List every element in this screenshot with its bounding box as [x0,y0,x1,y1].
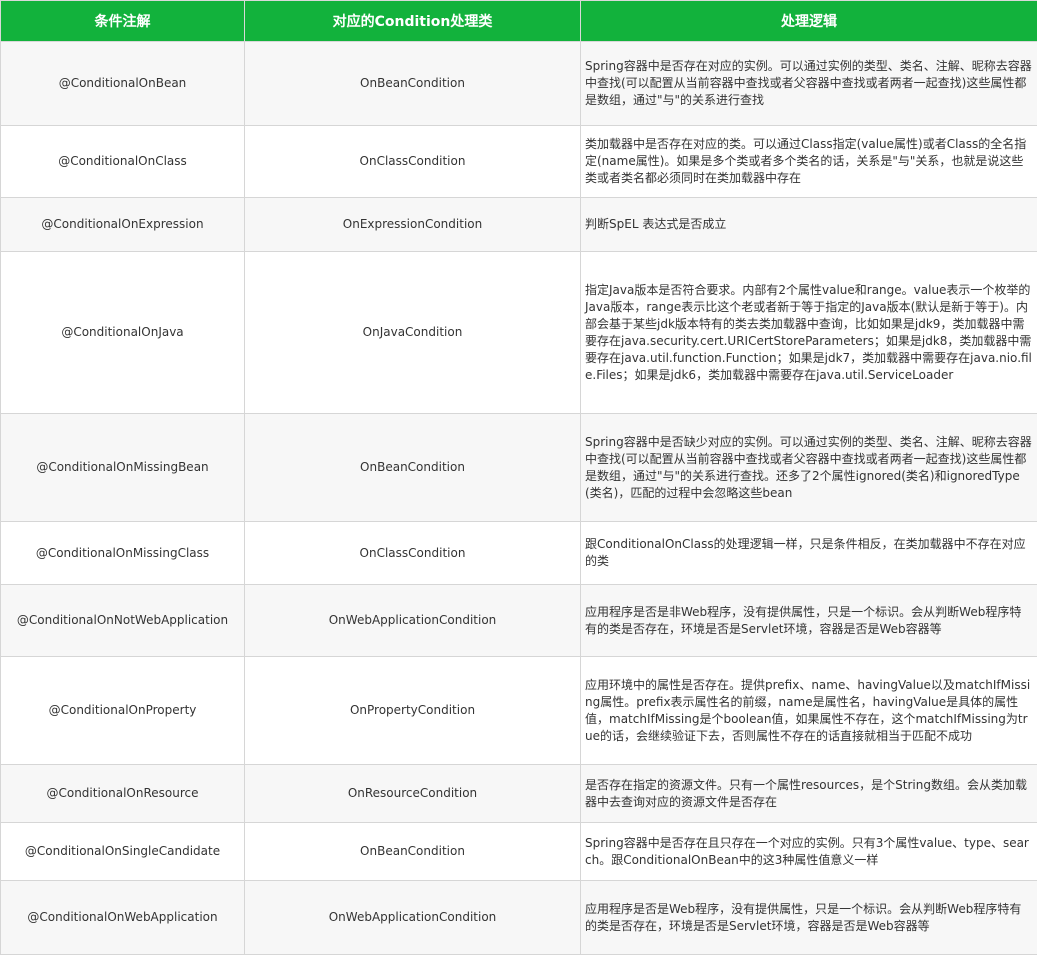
condition-class-cell: OnClassCondition [244,521,581,585]
conditional-annotations-table: 条件注解 对应的Condition处理类 处理逻辑 @ConditionalOn… [0,0,1037,955]
condition-class-cell: OnPropertyCondition [244,656,581,765]
condition-class-cell: OnResourceCondition [244,764,581,823]
table-row: @ConditionalOnClass OnClassCondition 类加载… [0,125,1037,198]
logic-cell: Spring容器中是否缺少对应的实例。可以通过实例的类型、类名、注解、昵称去容器… [580,413,1037,522]
table-header-row: 条件注解 对应的Condition处理类 处理逻辑 [0,0,1037,42]
annotation-cell: @ConditionalOnResource [0,764,245,823]
logic-cell: 类加载器中是否存在对应的类。可以通过Class指定(value属性)或者Clas… [580,125,1037,198]
header-annotation: 条件注解 [0,0,245,42]
table-row: @ConditionalOnExpression OnExpressionCon… [0,197,1037,252]
header-condition-class: 对应的Condition处理类 [244,0,581,42]
header-logic: 处理逻辑 [580,0,1037,42]
annotation-cell: @ConditionalOnJava [0,251,245,414]
logic-cell: Spring容器中是否存在对应的实例。可以通过实例的类型、类名、注解、昵称去容器… [580,41,1037,126]
table-row: @ConditionalOnSingleCandidate OnBeanCond… [0,822,1037,881]
condition-class-cell: OnBeanCondition [244,822,581,881]
logic-cell: 应用程序是否是非Web程序，没有提供属性，只是一个标识。会从判断Web程序特有的… [580,584,1037,657]
annotation-cell: @ConditionalOnBean [0,41,245,126]
table-row: @ConditionalOnNotWebApplication OnWebApp… [0,584,1037,657]
condition-class-cell: OnJavaCondition [244,251,581,414]
logic-cell: 应用程序是否是Web程序，没有提供属性，只是一个标识。会从判断Web程序特有的类… [580,880,1037,955]
annotation-cell: @ConditionalOnSingleCandidate [0,822,245,881]
table-row: @ConditionalOnJava OnJavaCondition 指定Jav… [0,251,1037,414]
table-row: @ConditionalOnWebApplication OnWebApplic… [0,880,1037,955]
table-row: @ConditionalOnBean OnBeanCondition Sprin… [0,41,1037,126]
annotation-cell: @ConditionalOnMissingBean [0,413,245,522]
table-row: @ConditionalOnProperty OnPropertyConditi… [0,656,1037,765]
logic-cell: 应用环境中的属性是否存在。提供prefix、name、havingValue以及… [580,656,1037,765]
table-row: @ConditionalOnResource OnResourceConditi… [0,764,1037,823]
condition-class-cell: OnBeanCondition [244,41,581,126]
annotation-cell: @ConditionalOnMissingClass [0,521,245,585]
condition-class-cell: OnExpressionCondition [244,197,581,252]
annotation-cell: @ConditionalOnClass [0,125,245,198]
annotation-cell: @ConditionalOnProperty [0,656,245,765]
annotation-cell: @ConditionalOnExpression [0,197,245,252]
logic-cell: 判断SpEL 表达式是否成立 [580,197,1037,252]
annotation-cell: @ConditionalOnNotWebApplication [0,584,245,657]
annotation-cell: @ConditionalOnWebApplication [0,880,245,955]
logic-cell: 是否存在指定的资源文件。只有一个属性resources，是个String数组。会… [580,764,1037,823]
condition-class-cell: OnBeanCondition [244,413,581,522]
logic-cell: Spring容器中是否存在且只存在一个对应的实例。只有3个属性value、typ… [580,822,1037,881]
condition-class-cell: OnWebApplicationCondition [244,584,581,657]
logic-cell: 跟ConditionalOnClass的处理逻辑一样，只是条件相反，在类加载器中… [580,521,1037,585]
condition-class-cell: OnClassCondition [244,125,581,198]
condition-class-cell: OnWebApplicationCondition [244,880,581,955]
table-row: @ConditionalOnMissingClass OnClassCondit… [0,521,1037,585]
logic-cell: 指定Java版本是否符合要求。内部有2个属性value和range。value表… [580,251,1037,414]
table-row: @ConditionalOnMissingBean OnBeanConditio… [0,413,1037,522]
